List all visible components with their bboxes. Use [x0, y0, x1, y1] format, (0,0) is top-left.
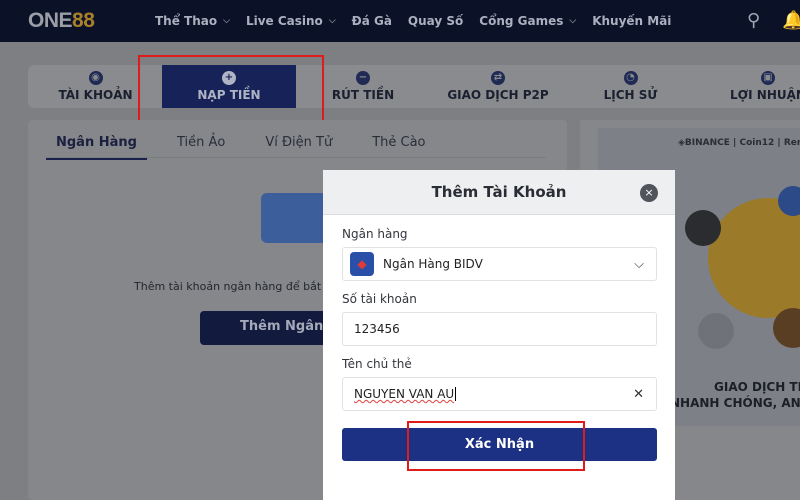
bank-label: Ngân hàng: [342, 227, 408, 241]
account-number-input[interactable]: 123456: [342, 312, 657, 346]
bank-card-illustration: [261, 193, 331, 243]
promo-subheadline: NHANH CHÓNG, AN T: [670, 396, 800, 410]
highlight-box-nap-tien: [138, 55, 324, 128]
top-header: ONE88 Thể Thao ⌵ Live Casino ⌵ Đá Gà Quay …: [0, 0, 800, 42]
tab-rut-tien[interactable]: − RÚT TIỀN: [318, 65, 408, 108]
swap-icon: ⇄: [491, 71, 505, 85]
chevron-down-icon: ⌵: [328, 16, 336, 26]
text-cursor: [455, 387, 457, 401]
tab-tai-khoan[interactable]: ◉ TÀI KHOẢN: [48, 65, 143, 108]
tab-lich-su[interactable]: ◔ LỊCH SỬ: [588, 65, 673, 108]
chevron-down-icon: ⌵: [634, 256, 644, 272]
highlight-box-confirm: [407, 421, 585, 471]
nav-live-casino[interactable]: Live Casino ⌵: [246, 14, 336, 28]
subtab-tien-ao[interactable]: Tiền Ảo: [167, 132, 235, 160]
clear-icon[interactable]: ✕: [633, 387, 644, 402]
nav-quay-so[interactable]: Quay Số: [408, 14, 463, 28]
bell-icon[interactable]: 🔔: [782, 10, 800, 31]
clock-icon: ◔: [623, 71, 638, 85]
bidv-logo-icon: ◆: [350, 252, 374, 276]
nav-da-ga[interactable]: Đá Gà: [352, 14, 392, 28]
tab-loi-nhuan[interactable]: ▣ LỢI NHUẬN: [718, 65, 800, 108]
promo-headline: GIAO DỊCH TIỀ: [714, 380, 800, 394]
user-icon: ◉: [88, 71, 103, 85]
main-nav: Thể Thao ⌵ Live Casino ⌵ Đá Gà Quay Số Cổn…: [155, 0, 687, 42]
nav-the-thao[interactable]: Thể Thao ⌵: [155, 14, 230, 28]
chevron-down-icon: ⌵: [569, 16, 577, 26]
subtab-ngan-hang[interactable]: Ngân Hàng: [46, 132, 147, 160]
partner-logos: ◈BINANCE | Coin12 | Rem: [678, 138, 800, 148]
nav-khuyen-mai[interactable]: Khuyến Mãi: [592, 14, 671, 28]
chevron-down-icon: ⌵: [223, 16, 230, 26]
binance-coin-image: [708, 198, 800, 318]
coin-image: [778, 186, 800, 216]
account-number-label: Số tài khoản: [342, 292, 417, 306]
empty-state-text: Thêm tài khoản ngân hàng để bắt: [134, 280, 322, 293]
nav-cong-games[interactable]: Cổng Games ⌵: [479, 14, 576, 28]
minus-icon: −: [356, 71, 370, 85]
gift-icon: ▣: [761, 71, 775, 85]
holder-name-label: Tên chủ thẻ: [342, 357, 412, 371]
coin-image: [685, 210, 721, 246]
search-icon[interactable]: ⚲: [747, 10, 760, 31]
holder-name-input[interactable]: NGUYEN VAN AU ✕: [342, 377, 657, 411]
subtab-the-cao[interactable]: Thẻ Cào: [362, 132, 435, 160]
tab-giao-dich-p2p[interactable]: ⇄ GIAO DỊCH P2P: [438, 65, 558, 108]
one88-logo[interactable]: ONE88: [28, 9, 95, 33]
deposit-method-tabs: Ngân Hàng Tiền Ảo Ví Điện Tử Thẻ Cào: [46, 132, 436, 160]
add-bank-button[interactable]: Thêm Ngân H: [200, 311, 340, 345]
subtab-vi-dien-tu[interactable]: Ví Điện Tử: [255, 132, 342, 160]
close-icon[interactable]: ×: [640, 184, 658, 202]
bank-select[interactable]: ◆ Ngân Hàng BIDV ⌵: [342, 247, 657, 281]
coin-image: [698, 313, 734, 349]
modal-title: Thêm Tài Khoản: [323, 170, 675, 215]
divider: [46, 157, 546, 158]
coin-image: [773, 308, 800, 348]
